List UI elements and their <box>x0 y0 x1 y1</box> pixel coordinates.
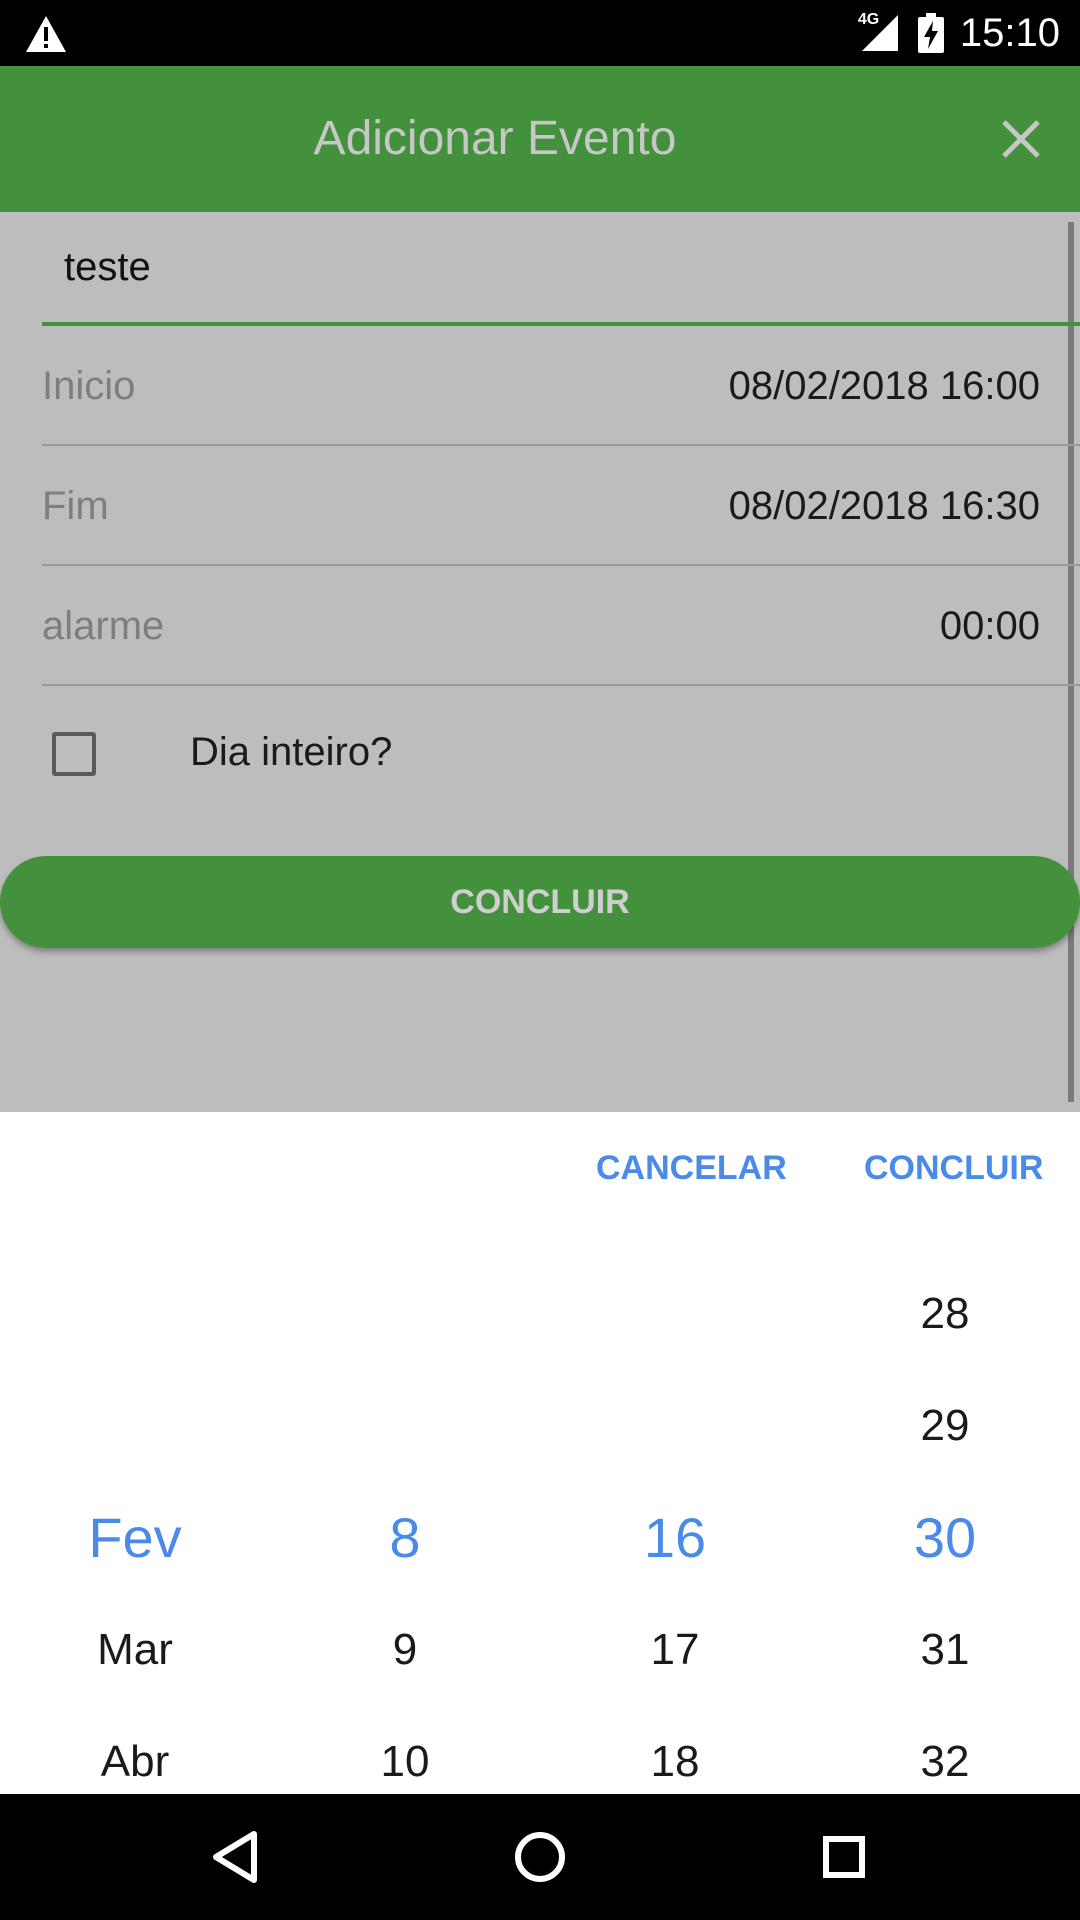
nav-bar <box>0 1794 1080 1920</box>
alarm-field[interactable]: alarme 00:00 <box>42 566 1080 686</box>
minute-wheel[interactable]: 28 29 30 31 32 <box>810 1112 1080 1794</box>
picker-cell-selected: Fev <box>88 1506 182 1569</box>
picker-cell <box>0 1370 270 1482</box>
picker-cell <box>540 1258 810 1370</box>
recents-icon[interactable] <box>784 1794 904 1920</box>
picker-cell: 29 <box>920 1401 970 1450</box>
battery-charging-icon <box>917 13 944 53</box>
picker-cell: 31 <box>920 1625 970 1674</box>
submit-button[interactable]: CONCLUIR <box>0 856 1080 948</box>
picker-cell-selected: 16 <box>643 1506 707 1569</box>
picker-cell: 17 <box>650 1625 700 1674</box>
start-value: 08/02/2018 16:00 <box>728 364 1040 408</box>
picker-cell <box>0 1258 270 1370</box>
picker-cell <box>540 1370 810 1482</box>
end-value: 08/02/2018 16:30 <box>728 484 1040 528</box>
warning-icon <box>26 16 66 52</box>
event-form: Inicio 08/02/2018 16:00 Fim 08/02/2018 1… <box>0 212 1080 1112</box>
event-title-input[interactable] <box>42 212 1080 326</box>
status-right-group: 4G 15:10 <box>858 0 1060 66</box>
all-day-label: Dia inteiro? <box>190 730 393 774</box>
close-icon[interactable] <box>996 114 1046 164</box>
all-day-checkbox[interactable] <box>52 732 96 776</box>
start-field[interactable]: Inicio 08/02/2018 16:00 <box>42 326 1080 446</box>
alarm-label: alarme <box>42 604 165 648</box>
day-wheel[interactable]: 8 9 10 <box>270 1112 540 1794</box>
signal-icon: 4G <box>858 11 902 53</box>
picker-cell <box>270 1370 540 1482</box>
alarm-value: 00:00 <box>939 604 1040 648</box>
date-picker-sheet: CANCELAR CONCLUIR Fev Mar Abr 8 9 10 16 … <box>0 1112 1080 1794</box>
status-time: 15:10 <box>959 10 1060 55</box>
picker-cell: Mar <box>97 1625 173 1674</box>
page-title: Adicionar Evento <box>313 112 677 165</box>
hour-wheel[interactable]: 16 17 18 <box>540 1112 810 1794</box>
picker-cell <box>270 1258 540 1370</box>
picker-cell: 28 <box>920 1289 970 1338</box>
picker-cell-selected: 30 <box>913 1506 977 1569</box>
app-bar: Adicionar Evento <box>0 66 1080 212</box>
month-wheel[interactable]: Fev Mar Abr <box>0 1112 270 1794</box>
picker-cell-selected: 8 <box>389 1506 421 1569</box>
end-field[interactable]: Fim 08/02/2018 16:30 <box>42 446 1080 566</box>
status-bar: 4G 15:10 <box>0 0 1080 66</box>
picker-cell: 9 <box>392 1625 418 1674</box>
start-label: Inicio <box>42 364 136 408</box>
back-icon[interactable] <box>176 1794 296 1920</box>
end-label: Fim <box>42 484 109 528</box>
home-icon[interactable] <box>480 1794 600 1920</box>
